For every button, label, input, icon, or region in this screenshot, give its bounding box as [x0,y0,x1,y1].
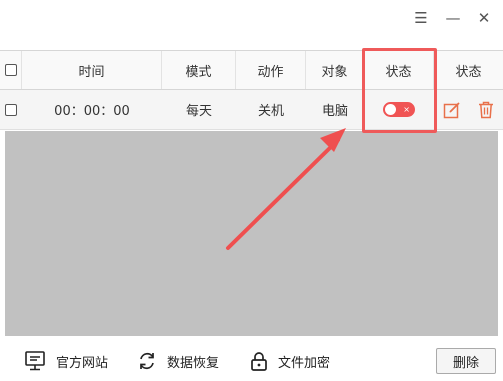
table-header-row: 时间 模式 动作 对象 状态 状态 [0,50,503,90]
close-icon[interactable]: ✕ [475,6,493,30]
lock-icon [251,352,267,371]
row-target: 电脑 [321,104,348,119]
table-row: 00：00：00 每天 关机 电脑 × [0,90,503,130]
task-list-area [5,131,498,336]
menu-icon[interactable]: ☰ [412,6,430,30]
trash-icon[interactable] [475,99,497,121]
bottom-bar: 官方网站 数据恢复 文件加密 删除 [0,342,503,381]
header-mode: 模式 [162,51,236,89]
data-restore-link[interactable]: 数据恢复 [137,348,219,374]
row-action: 关机 [257,104,284,119]
monitor-icon [25,351,45,371]
data-restore-label: 数据恢复 [167,355,220,371]
header-action: 动作 [236,51,306,89]
toggle-knob [385,104,396,115]
header-target: 对象 [306,51,364,89]
select-all-cell [0,51,22,89]
file-encrypt-link[interactable]: 文件加密 [250,348,330,374]
header-status: 状态 [364,51,434,89]
row-mode: 每天 [185,104,212,119]
row-actions [441,99,497,121]
row-checkbox[interactable] [5,103,17,116]
official-site-label: 官方网站 [56,355,109,371]
minimize-icon[interactable]: — [444,6,462,30]
header-status-2: 状态 [455,64,482,80]
status-toggle[interactable]: × [383,102,415,117]
row-time: 00：00：00 [54,104,130,119]
edit-icon[interactable] [441,99,463,121]
delete-button[interactable]: 删除 [436,348,496,374]
row-actions-cell [434,90,503,129]
toggle-off-mark: × [403,105,410,114]
header-time: 时间 [22,51,162,89]
row-status-cell: × [364,90,434,129]
file-encrypt-label: 文件加密 [278,355,331,371]
select-all-checkbox[interactable] [4,64,17,76]
official-site-link[interactable]: 官方网站 [24,348,108,374]
row-select-cell [0,90,22,129]
app-window: ☰ — ✕ 时间 模式 动作 对象 状态 状态 00：00：00 每天 关机 电… [0,0,503,381]
refresh-icon [140,352,154,370]
